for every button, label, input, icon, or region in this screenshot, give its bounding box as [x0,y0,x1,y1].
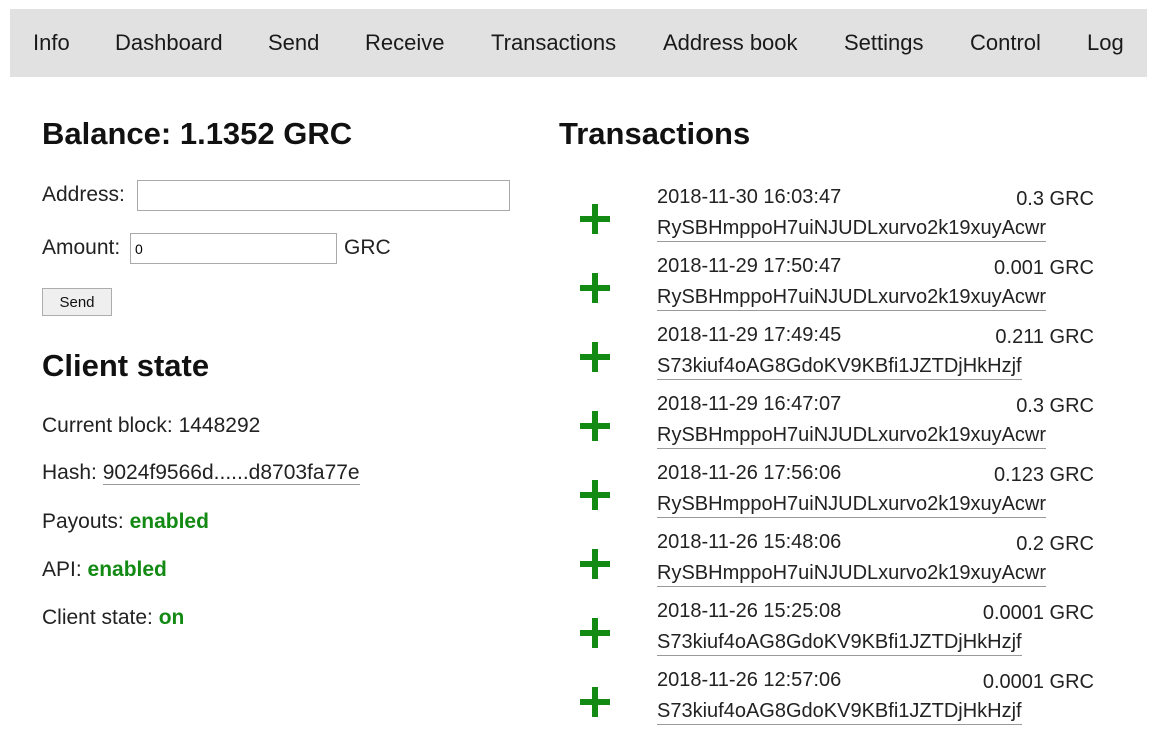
transaction-amount: 0.211 GRC [995,326,1094,348]
client-state-label: Client state: [42,606,153,629]
amount-unit: GRC [344,236,391,259]
transaction-amount: 0.2 GRC [1016,533,1094,555]
transaction-date: 2018-11-26 17:56:06 [657,462,842,484]
transaction-amount: 0.0001 GRC [982,602,1094,624]
transaction-address[interactable]: S73kiuf4oAG8GdoKV9KBfi1JZTDjHkHzjf [657,631,1022,656]
transaction-address[interactable]: RySBHmppoH7uiNJUDLxurvo2k19xuyAcwr [657,286,1047,311]
transaction-row: 2018-11-29 17:49:45 0.211 GRC S73kiuf4oA… [570,324,1100,393]
balance-title: Balance: 1.1352 GRC [42,116,353,151]
plus-icon [580,273,610,303]
transaction-amount: 0.0001 GRC [982,671,1094,693]
transaction-date: 2018-11-29 16:47:07 [657,393,842,415]
transaction-amount: 0.3 GRC [1016,395,1094,417]
transaction-date: 2018-11-30 16:03:47 [657,186,842,208]
nav-item-address-book[interactable]: Address book [663,9,798,77]
transaction-row: 2018-11-26 17:56:06 0.123 GRC RySBHmppoH… [570,462,1100,531]
nav-item-info[interactable]: Info [33,9,70,77]
plus-icon [580,618,610,648]
nav-item-log[interactable]: Log [1087,9,1124,77]
transaction-row: 2018-11-29 17:50:47 0.001 GRC RySBHmppoH… [570,255,1100,324]
nav-item-dashboard[interactable]: Dashboard [115,9,223,77]
nav-item-send[interactable]: Send [268,9,319,77]
current-block-value: 1448292 [178,414,261,437]
transaction-date: 2018-11-26 12:57:06 [657,669,842,691]
nav-bar: Info Dashboard Send Receive Transactions… [10,9,1147,77]
payouts-label: Payouts: [42,510,124,533]
nav-item-control[interactable]: Control [970,9,1041,77]
amount-label: Amount: [42,236,121,259]
transaction-date: 2018-11-29 17:49:45 [657,324,842,346]
hash-link[interactable]: 9024f9566d......d8703fa77e [102,461,360,485]
nav-item-settings[interactable]: Settings [844,9,924,77]
transaction-date: 2018-11-26 15:25:08 [657,600,842,622]
api-status: enabled [87,558,167,581]
amount-input[interactable] [130,233,337,264]
nav-item-receive[interactable]: Receive [365,9,444,77]
api-row: API: enabled [42,558,167,582]
address-label: Address: [42,183,125,206]
transaction-row: 2018-11-26 15:25:08 0.0001 GRC S73kiuf4o… [570,600,1100,669]
send-button[interactable]: Send [42,288,112,316]
api-label: API: [42,558,82,581]
hash-row: Hash: 9024f9566d......d8703fa77e [42,461,360,485]
transaction-amount: 0.123 GRC [993,464,1094,486]
plus-icon [580,411,610,441]
transaction-address[interactable]: RySBHmppoH7uiNJUDLxurvo2k19xuyAcwr [657,217,1047,242]
transaction-address[interactable]: S73kiuf4oAG8GdoKV9KBfi1JZTDjHkHzjf [657,700,1022,725]
payouts-status: enabled [129,510,209,533]
plus-icon [580,342,610,372]
address-input[interactable] [137,180,510,211]
transaction-amount: 0.3 GRC [1016,188,1094,210]
plus-icon [580,549,610,579]
current-block-label: Current block: [42,414,173,437]
nav-item-transactions[interactable]: Transactions [491,9,616,77]
transaction-address[interactable]: RySBHmppoH7uiNJUDLxurvo2k19xuyAcwr [657,424,1047,449]
client-state-row: Client state: on [42,606,184,630]
transaction-address[interactable]: RySBHmppoH7uiNJUDLxurvo2k19xuyAcwr [657,562,1047,587]
plus-icon [580,204,610,234]
payouts-row: Payouts: enabled [42,510,209,534]
plus-icon [580,687,610,717]
current-block-row: Current block: 1448292 [42,414,260,438]
transaction-address[interactable]: S73kiuf4oAG8GdoKV9KBfi1JZTDjHkHzjf [657,355,1022,380]
transaction-row: 2018-11-29 16:47:07 0.3 GRC RySBHmppoH7u… [570,393,1100,462]
transaction-row: 2018-11-26 15:48:06 0.2 GRC RySBHmppoH7u… [570,531,1100,600]
transaction-date: 2018-11-26 15:48:06 [657,531,842,553]
client-state-status: on [158,606,185,629]
transaction-amount: 0.001 GRC [993,257,1094,279]
transaction-address[interactable]: RySBHmppoH7uiNJUDLxurvo2k19xuyAcwr [657,493,1047,518]
plus-icon [580,480,610,510]
transaction-row: 2018-11-30 16:03:47 0.3 GRC RySBHmppoH7u… [570,186,1100,255]
hash-label: Hash: [42,461,97,484]
transactions-title: Transactions [559,116,751,151]
transaction-date: 2018-11-29 17:50:47 [657,255,842,277]
transaction-row: 2018-11-26 12:57:06 0.0001 GRC S73kiuf4o… [570,669,1100,738]
client-state-title: Client state [42,348,210,383]
